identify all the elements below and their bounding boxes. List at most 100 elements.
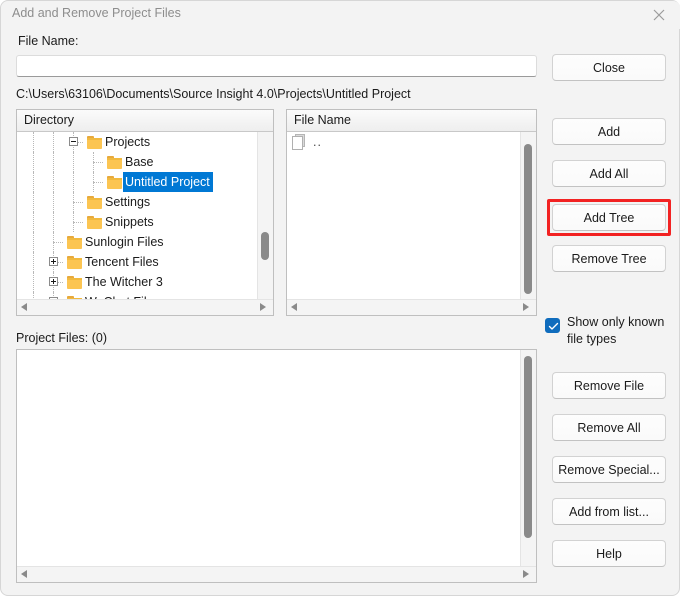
file-list-item[interactable]: .. — [287, 132, 520, 152]
directory-panel-header[interactable]: Directory — [17, 110, 273, 132]
window-title: Add and Remove Project Files — [12, 6, 181, 20]
scroll-right-icon[interactable] — [260, 303, 269, 312]
button-label: Remove All — [577, 420, 641, 435]
scroll-right-icon[interactable] — [523, 303, 532, 312]
checkbox-box[interactable] — [545, 318, 560, 333]
folder-icon — [87, 195, 103, 209]
tree-item-snippets[interactable]: Snippets — [17, 212, 257, 232]
file-list-items[interactable]: .. — [287, 132, 520, 299]
tree-item-base[interactable]: Base — [17, 152, 257, 172]
directory-horizontal-scrollbar[interactable] — [17, 299, 273, 315]
remove-all-button[interactable]: Remove All — [552, 414, 666, 441]
tree-guide-line — [33, 292, 35, 299]
add-button[interactable]: Add — [552, 118, 666, 145]
current-path-label: C:\Users\63106\Documents\Source Insight … — [16, 87, 411, 101]
file-name-label: File Name: — [18, 34, 79, 48]
tree-item-settings[interactable]: Settings — [17, 192, 257, 212]
scroll-left-icon[interactable] — [21, 570, 30, 579]
tree-guide-line — [33, 152, 35, 172]
project-files-panel — [16, 349, 537, 583]
tree-guide-line — [53, 192, 55, 212]
tree-guide-line — [53, 242, 63, 244]
tree-guide-line — [53, 212, 55, 232]
project-files-vscroll-thumb[interactable] — [524, 356, 532, 538]
project-files-list[interactable] — [17, 350, 536, 582]
remove-tree-button[interactable]: Remove Tree — [552, 245, 666, 272]
folder-icon — [107, 175, 123, 189]
tree-item-label: Untitled Project — [123, 172, 213, 192]
file-name-input[interactable] — [16, 55, 537, 77]
tree-item-wechat-files[interactable]: WeChat Files — [17, 292, 257, 299]
project-files-vertical-scrollbar[interactable] — [520, 350, 536, 582]
scroll-left-icon[interactable] — [21, 303, 30, 312]
tree-guide-line — [93, 182, 103, 184]
folder-icon — [67, 255, 83, 269]
button-label: Add — [597, 124, 621, 139]
folder-icon — [87, 135, 103, 149]
button-label: Add from list... — [569, 504, 649, 519]
tree-guide-line — [53, 132, 55, 152]
tree-guide-line — [33, 232, 35, 252]
tree-guide-line — [73, 172, 75, 192]
tree-guide-line — [93, 162, 103, 164]
scroll-left-icon[interactable] — [291, 303, 300, 312]
directory-list[interactable]: Projects Base Untitled Project Settings Snip… — [17, 132, 273, 315]
tree-item-label: Settings — [105, 195, 151, 209]
tree-guide-line — [33, 132, 35, 152]
button-label: Add All — [589, 166, 629, 181]
tree-item-label: Sunlogin Files — [85, 235, 164, 249]
tree-item-projects[interactable]: Projects — [17, 132, 257, 152]
file-name-list[interactable]: .. — [287, 132, 536, 315]
file-list-vertical-scrollbar[interactable] — [520, 132, 536, 315]
expand-icon[interactable] — [49, 257, 58, 266]
remove-file-button[interactable]: Remove File — [552, 372, 666, 399]
file-icon — [292, 134, 305, 150]
add-tree-button[interactable]: Add Tree — [552, 204, 666, 231]
project-files-label: Project Files: (0) — [16, 331, 107, 345]
button-label: Close — [593, 60, 625, 75]
directory-panel: Directory Projects Base Untitled Project Se… — [16, 109, 274, 316]
file-name-panel: File Name .. — [286, 109, 537, 316]
tree-item-sunlogin-files[interactable]: Sunlogin Files — [17, 232, 257, 252]
folder-icon — [87, 215, 103, 229]
directory-vertical-scrollbar[interactable] — [257, 132, 273, 315]
tree-item-untitled-project[interactable]: Untitled Project — [17, 172, 257, 192]
tree-item-label: Base — [125, 155, 154, 169]
directory-tree[interactable]: Projects Base Untitled Project Settings Snip… — [17, 132, 257, 299]
help-button[interactable]: Help — [552, 540, 666, 567]
file-name-panel-header[interactable]: File Name — [287, 110, 536, 132]
collapse-icon[interactable] — [69, 137, 78, 146]
folder-icon — [107, 155, 123, 169]
button-label: Help — [596, 546, 622, 561]
directory-vscroll-thumb[interactable] — [261, 232, 269, 260]
tree-guide-line — [73, 202, 83, 204]
tree-item-the-witcher-3[interactable]: The Witcher 3 — [17, 272, 257, 292]
tree-item-label: Snippets — [105, 215, 154, 229]
tree-item-label: Projects — [105, 135, 151, 149]
tree-item-tencent-files[interactable]: Tencent Files — [17, 252, 257, 272]
folder-icon — [67, 275, 83, 289]
button-label: Remove Tree — [571, 251, 647, 266]
file-list-horizontal-scrollbar[interactable] — [287, 299, 536, 315]
add-all-button[interactable]: Add All — [552, 160, 666, 187]
expand-icon[interactable] — [49, 277, 58, 286]
scroll-right-icon[interactable] — [523, 570, 532, 579]
project-files-items[interactable] — [17, 350, 520, 566]
tree-item-label: The Witcher 3 — [85, 275, 163, 289]
file-list-item-label: .. — [313, 135, 322, 149]
tree-guide-line — [33, 212, 35, 232]
tree-guide-line — [73, 152, 75, 172]
file-list-vscroll-thumb[interactable] — [524, 144, 532, 294]
add-remove-project-files-dialog: Add and Remove Project Files File Name: … — [0, 0, 680, 596]
tree-guide-line — [33, 172, 35, 192]
close-button[interactable]: Close — [552, 54, 666, 81]
tree-guide-line — [33, 272, 35, 292]
remove-special-button[interactable]: Remove Special... — [552, 456, 666, 483]
close-icon[interactable] — [636, 1, 680, 29]
tree-guide-line — [33, 192, 35, 212]
project-files-horizontal-scrollbar[interactable] — [17, 566, 536, 582]
tree-guide-line — [73, 222, 83, 224]
button-label: Remove File — [573, 378, 645, 393]
add-from-list-button[interactable]: Add from list... — [552, 498, 666, 525]
checkbox-label: Show only known file types — [567, 315, 665, 346]
